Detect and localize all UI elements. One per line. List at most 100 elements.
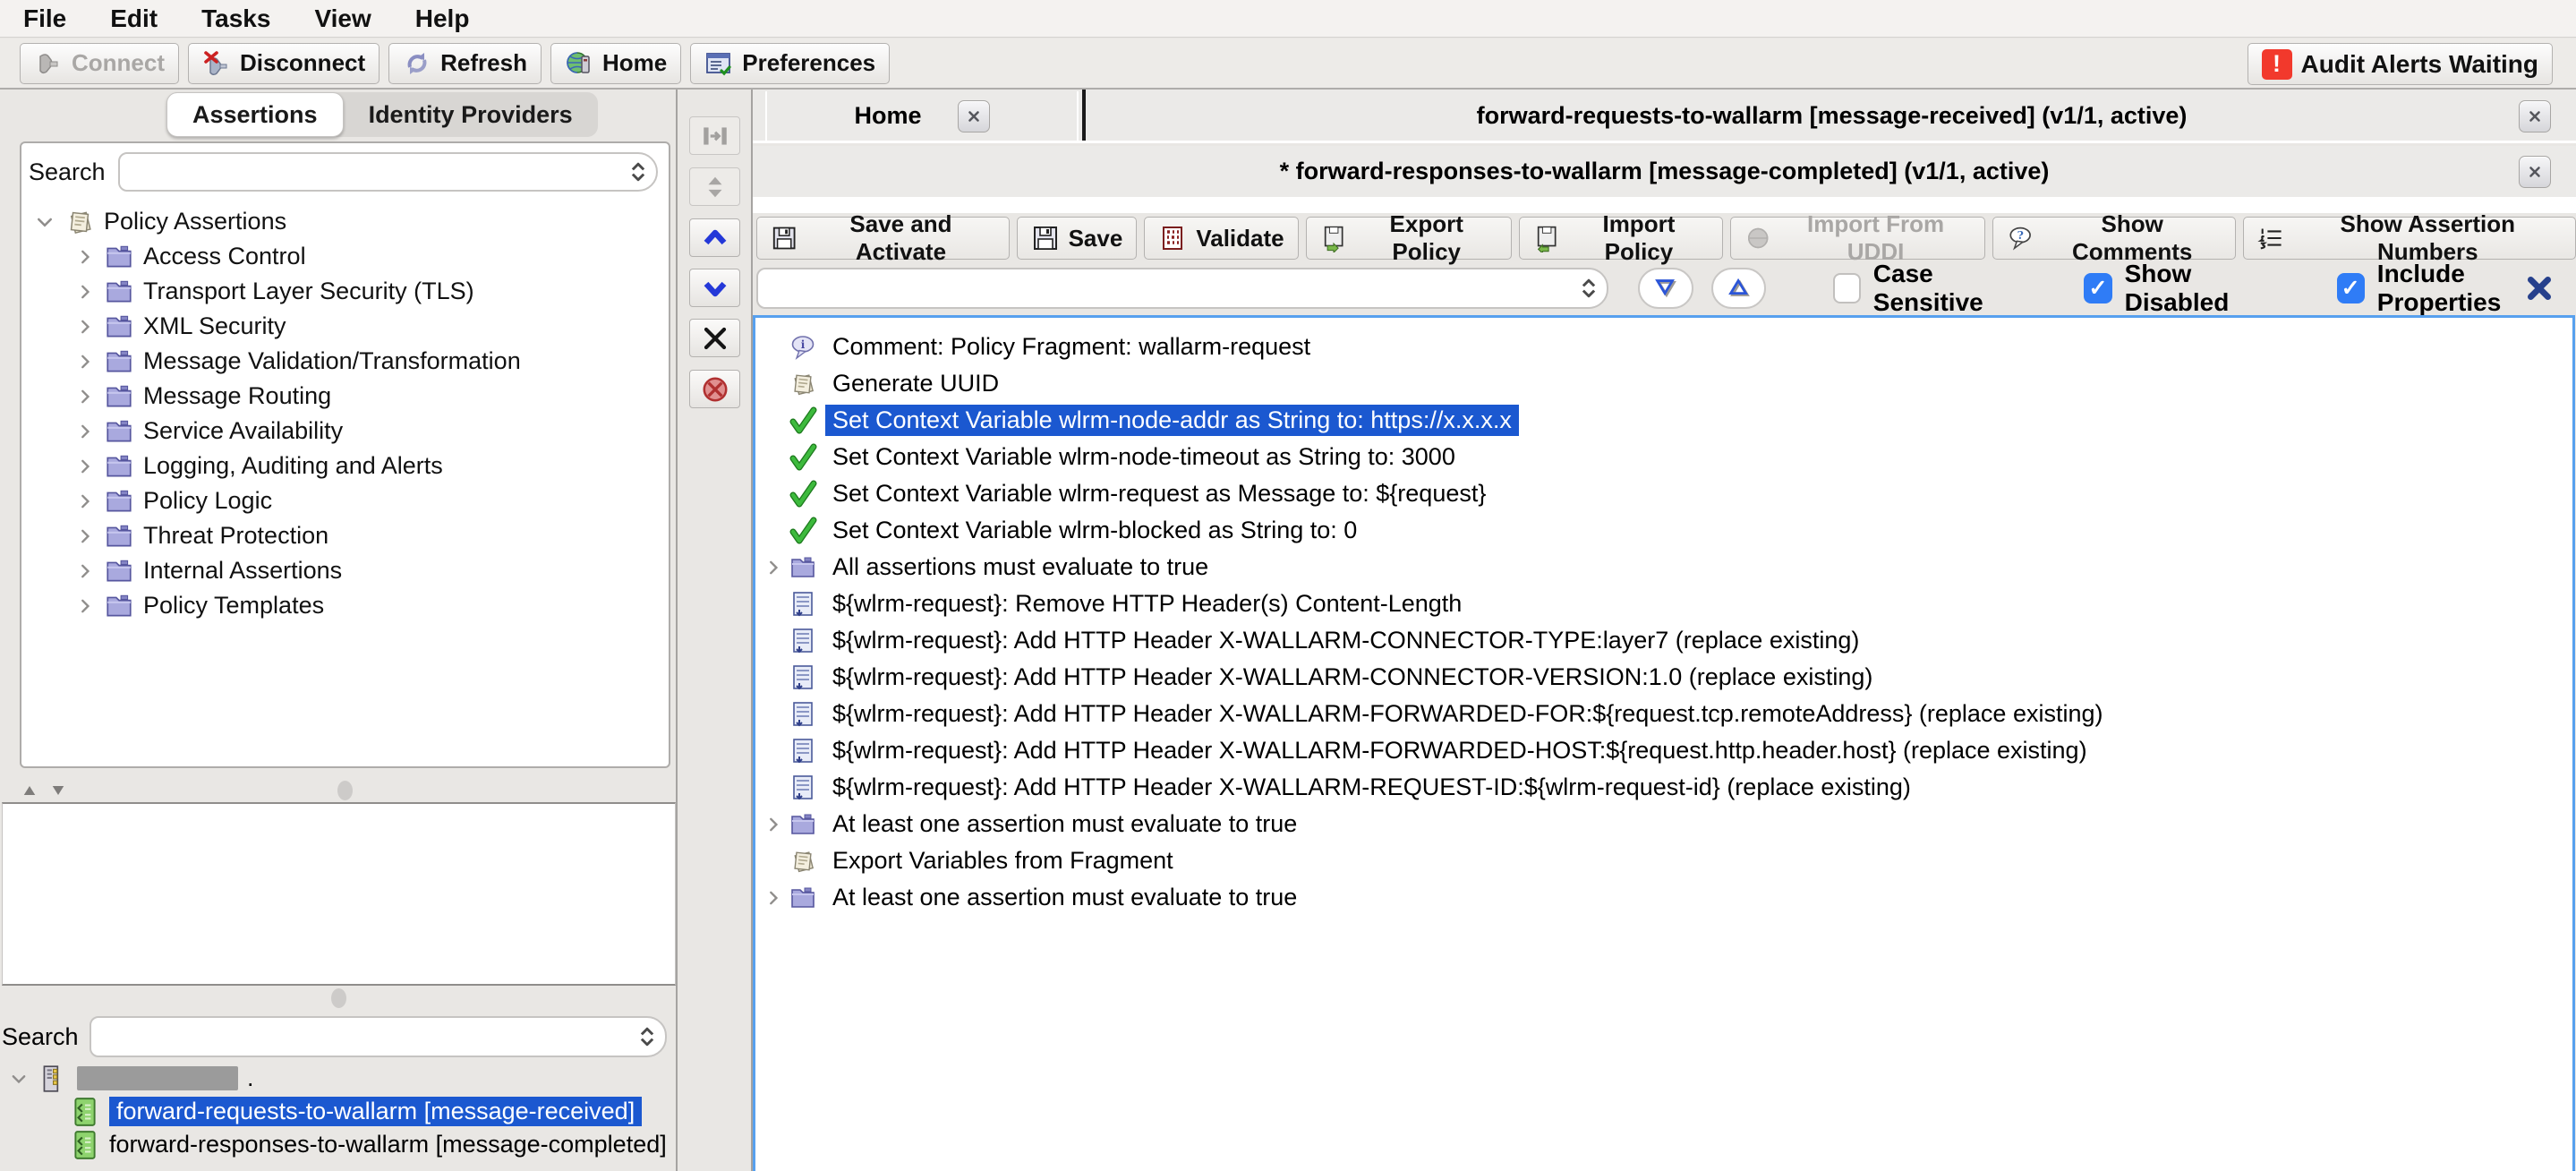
policy-assertion-row[interactable]: Comment: Policy Fragment: wallarm-reques… xyxy=(755,329,2572,365)
menu-item[interactable]: Help xyxy=(415,4,470,33)
policy-toolbar-button[interactable]: Import Policy xyxy=(1519,217,1724,260)
policy-toolbar-button[interactable]: Validate xyxy=(1144,217,1298,260)
tab-close-button[interactable] xyxy=(2519,100,2551,132)
disable-assertion-button[interactable] xyxy=(689,370,740,408)
filter-checkbox[interactable] xyxy=(2084,273,2111,303)
splitter-grip[interactable] xyxy=(331,988,346,1008)
services-search-input[interactable] xyxy=(90,1016,667,1057)
collapse-down-icon[interactable] xyxy=(49,782,67,799)
palette-splitter[interactable] xyxy=(13,779,676,802)
menu-item[interactable]: Edit xyxy=(110,4,158,33)
find-next-button[interactable] xyxy=(1638,268,1693,309)
collapse-up-icon[interactable] xyxy=(21,782,38,799)
menu-item[interactable]: View xyxy=(314,4,371,33)
chevron-right-icon[interactable] xyxy=(75,526,95,546)
palette-tab[interactable]: Identity Providers xyxy=(344,92,598,137)
chevron-right-icon[interactable] xyxy=(75,491,95,511)
chevron-right-icon[interactable] xyxy=(75,387,95,406)
chevron-right-icon[interactable] xyxy=(75,561,95,581)
tab-forward-responses[interactable]: * forward-responses-to-wallarm [message-… xyxy=(1280,158,2050,185)
chevron-right-icon[interactable] xyxy=(75,596,95,616)
policy-assertion-row[interactable]: ${wlrm-request}: Add HTTP Header X-WALLA… xyxy=(755,732,2572,769)
chevron-down-icon[interactable] xyxy=(34,211,55,233)
policy-assertion-row[interactable]: ${wlrm-request}: Remove HTTP Header(s) C… xyxy=(755,586,2572,622)
tree-folder-item[interactable]: Service Availability xyxy=(21,414,669,449)
delete-assertion-button[interactable] xyxy=(689,319,740,357)
tree-folder-item[interactable]: Logging, Auditing and Alerts xyxy=(21,449,669,483)
filter-checkbox[interactable] xyxy=(2337,273,2365,303)
policy-assertion-row[interactable]: Export Variables from Fragment xyxy=(755,842,2572,879)
chevron-right-icon[interactable] xyxy=(75,317,95,337)
policy-assertion-row[interactable]: Set Context Variable wlrm-blocked as Str… xyxy=(755,512,2572,549)
chevron-right-icon[interactable] xyxy=(763,815,783,834)
policy-toolbar-button[interactable]: Import From UDDI xyxy=(1730,217,1985,260)
menu-item[interactable]: File xyxy=(23,4,66,33)
tab-home[interactable]: Home xyxy=(765,91,1079,141)
toolbar-button[interactable]: Connect xyxy=(20,43,179,84)
audit-alerts-button[interactable]: ! Audit Alerts Waiting xyxy=(2248,43,2553,85)
tree-folder-item[interactable]: Internal Assertions xyxy=(21,553,669,588)
tree-folder-item[interactable]: Policy Logic xyxy=(21,483,669,518)
toolbar-button[interactable]: Preferences xyxy=(690,43,890,84)
policy-search-input[interactable] xyxy=(756,268,1608,309)
palette-tab[interactable]: Assertions xyxy=(166,92,344,137)
tree-folder-item[interactable]: XML Security xyxy=(21,309,669,344)
spinner-icon[interactable] xyxy=(626,159,651,184)
policy-assertion-row[interactable]: Set Context Variable wlrm-node-addr as S… xyxy=(755,402,2572,439)
filter-checkbox[interactable] xyxy=(1833,273,1861,303)
chevron-right-icon[interactable] xyxy=(75,282,95,302)
close-search-bar-button[interactable] xyxy=(2524,273,2555,303)
policy-toolbar-button[interactable]: Export Policy xyxy=(1306,217,1512,260)
tree-folder-item[interactable]: Transport Layer Security (TLS) xyxy=(21,274,669,309)
expand-collapse-button[interactable] xyxy=(689,167,740,206)
chevron-right-icon[interactable] xyxy=(75,457,95,476)
tab-close-button[interactable] xyxy=(958,100,990,132)
policy-assertion-row[interactable]: Set Context Variable wlrm-node-timeout a… xyxy=(755,439,2572,475)
add-assertion-button[interactable] xyxy=(689,116,740,155)
service-policy-item[interactable]: forward-requests-to-wallarm [message-rec… xyxy=(0,1095,676,1128)
toolbar-button[interactable]: Home xyxy=(550,43,681,84)
policy-assertion-row[interactable]: ${wlrm-request}: Add HTTP Header X-WALLA… xyxy=(755,696,2572,732)
policy-toolbar-button[interactable]: Show Assertion Numbers xyxy=(2243,217,2576,260)
move-down-button[interactable] xyxy=(689,269,740,307)
splitter-grip[interactable] xyxy=(337,781,353,800)
tab-close-button[interactable] xyxy=(2519,156,2551,188)
assertion-icon xyxy=(789,480,817,509)
policy-assertion-row[interactable]: At least one assertion must evaluate to … xyxy=(755,879,2572,916)
chevron-right-icon[interactable] xyxy=(75,247,95,267)
policy-assertion-row[interactable]: ${wlrm-request}: Add HTTP Header X-WALLA… xyxy=(755,659,2572,696)
tree-folder-item[interactable]: Policy Templates xyxy=(21,588,669,623)
tree-folder-item[interactable]: Message Routing xyxy=(21,379,669,414)
find-previous-button[interactable] xyxy=(1711,268,1766,309)
tab-forward-requests[interactable]: forward-requests-to-wallarm [message-rec… xyxy=(1088,91,2576,141)
tree-folder-item[interactable]: Message Validation/Transformation xyxy=(21,344,669,379)
palette-search-input[interactable] xyxy=(118,152,658,192)
chevron-right-icon[interactable] xyxy=(763,888,783,908)
menu-item[interactable]: Tasks xyxy=(201,4,270,33)
tree-folder-item[interactable]: Access Control xyxy=(21,239,669,274)
policy-assertion-row[interactable]: At least one assertion must evaluate to … xyxy=(755,806,2572,842)
policy-toolbar-button[interactable]: Save xyxy=(1017,217,1138,260)
services-root-row[interactable]: . xyxy=(0,1062,676,1095)
policy-toolbar-button[interactable]: Show Comments xyxy=(1992,217,2236,260)
policy-toolbar-button-label: Show Assertion Numbers xyxy=(2294,210,2562,266)
policy-toolbar-button[interactable]: Save and Activate xyxy=(756,217,1010,260)
toolbar-button[interactable]: Refresh xyxy=(388,43,542,84)
policy-assertion-row[interactable]: Generate UUID xyxy=(755,365,2572,402)
policy-assertion-row[interactable]: All assertions must evaluate to true xyxy=(755,549,2572,586)
chevron-down-icon[interactable] xyxy=(9,1069,29,1089)
tree-root-policy-assertions[interactable]: Policy Assertions xyxy=(21,204,669,239)
move-up-button[interactable] xyxy=(689,218,740,257)
chevron-right-icon[interactable] xyxy=(75,352,95,372)
policy-assertion-row[interactable]: Set Context Variable wlrm-request as Mes… xyxy=(755,475,2572,512)
policy-assertion-row[interactable]: ${wlrm-request}: Add HTTP Header X-WALLA… xyxy=(755,622,2572,659)
services-splitter[interactable] xyxy=(2,986,676,1011)
policy-assertion-row[interactable]: ${wlrm-request}: Add HTTP Header X-WALLA… xyxy=(755,769,2572,806)
chevron-right-icon[interactable] xyxy=(75,422,95,441)
service-policy-item[interactable]: forward-responses-to-wallarm [message-co… xyxy=(0,1128,676,1161)
spinner-icon[interactable] xyxy=(635,1024,660,1049)
chevron-right-icon[interactable] xyxy=(763,558,783,577)
spinner-icon[interactable] xyxy=(1576,276,1601,301)
toolbar-button[interactable]: Disconnect xyxy=(188,43,380,84)
tree-folder-item[interactable]: Threat Protection xyxy=(21,518,669,553)
